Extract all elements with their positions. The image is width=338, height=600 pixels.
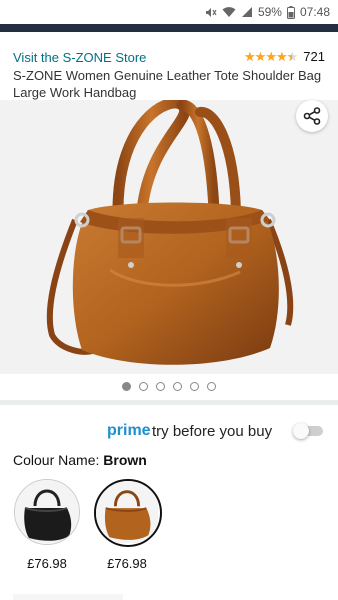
- battery-percent: 59%: [257, 5, 282, 19]
- swatch-price-brown: £76.98: [107, 556, 147, 571]
- mute-icon: [204, 6, 217, 19]
- pager-dot[interactable]: [139, 382, 148, 391]
- battery-icon: [286, 5, 295, 19]
- status-bar: 59% 07:48: [0, 0, 338, 24]
- pager-dot[interactable]: [156, 382, 165, 391]
- product-image[interactable]: [0, 97, 338, 374]
- colour-swatch-black[interactable]: [14, 479, 80, 545]
- toggle-thumb: [293, 423, 309, 439]
- colour-label: Colour Name:: [13, 452, 100, 468]
- product-title: S-ZONE Women Genuine Leather Tote Should…: [13, 68, 322, 100]
- next-section-peek: [13, 594, 123, 600]
- black-bag-thumbnail: [15, 480, 79, 544]
- colour-selected-value: Brown: [103, 452, 147, 468]
- colour-swatch-brown[interactable]: [94, 479, 162, 547]
- section-divider: [0, 400, 338, 405]
- prime-tagline: try before you buy: [152, 423, 273, 440]
- store-link[interactable]: Visit the S-ZONE Store: [13, 50, 146, 65]
- app-header-band: [0, 24, 338, 32]
- swatch-price-black: £76.98: [27, 556, 67, 571]
- prime-logo: prime: [107, 422, 151, 439]
- pager-dot[interactable]: [207, 382, 216, 391]
- signal-icon: [241, 6, 253, 18]
- share-button[interactable]: [296, 100, 328, 132]
- pager-dot[interactable]: [173, 382, 182, 391]
- colour-name-row: Colour Name: Brown: [13, 452, 147, 468]
- share-icon: [303, 107, 321, 125]
- prime-try-before-you-buy[interactable]: prime try before you buy: [0, 420, 338, 444]
- pager-dot[interactable]: [122, 382, 131, 391]
- image-pager[interactable]: [0, 382, 338, 391]
- rating[interactable]: ★★★★★ ★★★★★ 721: [244, 49, 325, 64]
- handbag-image: [46, 97, 294, 365]
- star-rating-icon: ★★★★★ ★★★★★: [244, 48, 298, 64]
- clock: 07:48: [299, 5, 330, 19]
- wifi-icon: [222, 6, 236, 18]
- pager-dot[interactable]: [190, 382, 199, 391]
- prime-toggle[interactable]: [293, 423, 325, 439]
- rating-count[interactable]: 721: [303, 49, 325, 64]
- brown-bag-thumbnail: [96, 481, 158, 543]
